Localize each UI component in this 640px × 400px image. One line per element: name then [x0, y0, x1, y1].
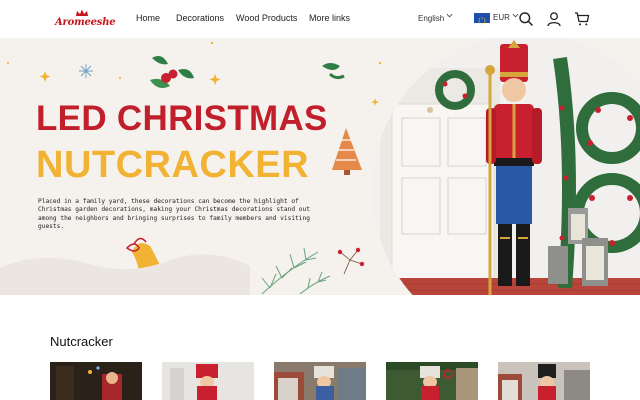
crown-icon: [76, 9, 88, 16]
hero-headline-line2: NUTCRACKER: [36, 144, 310, 186]
product-thumb-2[interactable]: [162, 362, 254, 400]
hero-description: Placed in a family yard, these decoratio…: [38, 198, 310, 231]
holly-icon: [150, 56, 345, 88]
berries-icon: [337, 247, 365, 275]
product-thumb-5[interactable]: [498, 362, 590, 400]
nav-decorations[interactable]: Decorations: [176, 13, 224, 23]
pine-branch-icon: [261, 247, 331, 295]
product-thumb-4[interactable]: [386, 362, 478, 400]
product-thumb-3[interactable]: [274, 362, 366, 400]
nav-more-links[interactable]: More links: [309, 13, 350, 23]
product-thumb-1[interactable]: [50, 362, 142, 400]
account-icon[interactable]: [546, 11, 562, 27]
hero-headline-line1: LED CHRISTMAS: [36, 99, 328, 138]
cart-icon[interactable]: [574, 11, 590, 27]
nav-home[interactable]: Home: [136, 13, 160, 23]
nav-wood-products[interactable]: Wood Products: [236, 13, 297, 23]
logo[interactable]: Aromeeshe: [55, 9, 116, 31]
gingerbread-tree-icon: [332, 128, 362, 175]
language-selector[interactable]: English: [418, 14, 444, 23]
eu-flag-icon: [474, 13, 490, 25]
hero-banner[interactable]: LED CHRISTMAS NUTCRACKER Placed in a fam…: [0, 38, 640, 295]
logo-text: Aromeeshe: [55, 17, 116, 28]
search-icon[interactable]: [518, 11, 534, 27]
nutcracker-photo: [372, 38, 640, 295]
chevron-down-icon[interactable]: [446, 12, 453, 19]
section-title: Nutcracker: [50, 334, 113, 349]
currency-label: EUR: [493, 13, 510, 22]
site-header: Aromeeshe Home Decorations Wood Products…: [0, 0, 640, 38]
